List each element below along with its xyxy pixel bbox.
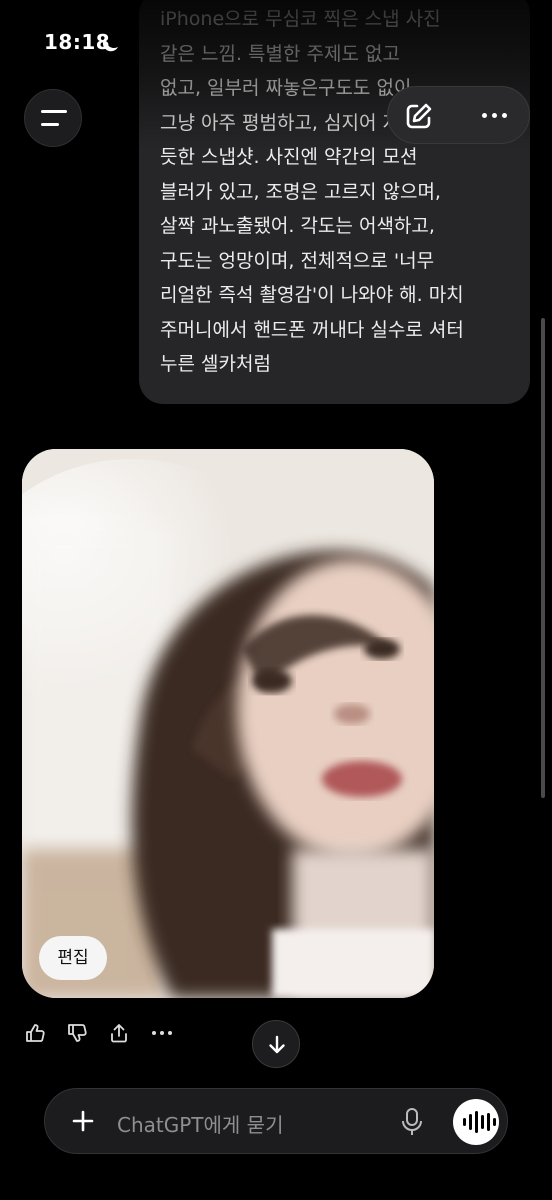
image-edit-button[interactable]: 편집	[39, 936, 107, 980]
voice-mode-button[interactable]	[453, 1099, 499, 1145]
message-line: 같은 느낌. 특별한 주제도 없고	[160, 42, 400, 65]
mic-icon[interactable]	[401, 1107, 423, 1137]
status-time: 18:18	[44, 30, 111, 54]
message-line: 블러가 있고, 조명은 고르지 않으며,	[160, 180, 441, 203]
message-line: 리얼한 즉석 촬영감'이 나와야 해. 마치	[160, 284, 464, 306]
scrollbar[interactable]	[541, 318, 545, 798]
message-line: 살짝 과노출됐어. 각도는 어색하고,	[160, 215, 435, 237]
compose-icon[interactable]	[404, 101, 434, 131]
header-actions	[387, 86, 530, 144]
thumbs-down-icon[interactable]	[66, 1022, 88, 1044]
message-line: 구도는 엉망이며, 전체적으로 '너무	[160, 249, 435, 272]
chat-input[interactable]: ChatGPT에게 묻기	[117, 1109, 283, 1138]
more-icon[interactable]	[482, 113, 507, 118]
composer: ChatGPT에게 묻기	[44, 1088, 508, 1154]
menu-button[interactable]	[24, 89, 82, 147]
voice-mode-icon	[463, 1111, 496, 1133]
scroll-down-button[interactable]	[252, 1020, 300, 1068]
message-line: iPhone으로 무심코 찍은 스냅 사진	[160, 8, 441, 30]
share-icon[interactable]	[108, 1022, 130, 1044]
blurred-selfie-illustration	[22, 449, 434, 998]
menu-icon	[41, 110, 67, 113]
generated-image[interactable]	[22, 449, 434, 998]
more-horizontal-icon[interactable]	[152, 1031, 172, 1035]
message-line: 주머니에서 핸드폰 꺼내다 실수로 셔터	[160, 318, 464, 341]
message-line: 누른 셀카처럼	[160, 353, 271, 375]
user-message-text: iPhone으로 무심코 찍은 스냅 사진 같은 느낌. 특별한 주제도 없고 …	[160, 2, 520, 382]
plus-icon[interactable]	[71, 1109, 95, 1133]
message-actions	[24, 1022, 172, 1044]
menu-icon-line	[41, 123, 59, 126]
arrow-down-icon	[269, 1035, 285, 1054]
message-line: 듯한 스냅샷. 사진엔 약간의 모션	[160, 146, 418, 168]
thumbs-up-icon[interactable]	[24, 1022, 46, 1044]
